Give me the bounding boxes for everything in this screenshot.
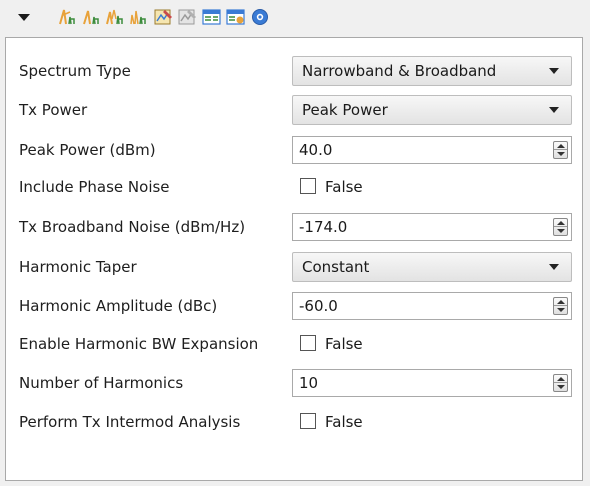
table-view-icon[interactable] xyxy=(202,7,222,27)
number-of-harmonics-spinbox[interactable]: 10 xyxy=(292,369,572,397)
spin-divider xyxy=(554,305,567,306)
harmonic-multi-icon[interactable] xyxy=(105,7,125,27)
tx-broadband-noise-spinbox[interactable]: -174.0 xyxy=(292,213,572,241)
spin-down-icon[interactable] xyxy=(557,152,565,156)
tx-power-select[interactable]: Peak Power xyxy=(292,95,572,125)
spin-down-icon[interactable] xyxy=(557,308,565,312)
help-icon[interactable] xyxy=(250,7,270,27)
property-row-include-phase-noise: Include Phase Noise False xyxy=(6,172,582,202)
spin-divider xyxy=(554,149,567,150)
harmonic-spread-icon[interactable] xyxy=(129,7,149,27)
spin-up-icon[interactable] xyxy=(557,377,565,381)
peak-power-spinbox[interactable]: 40.0 xyxy=(292,136,572,164)
toolbar xyxy=(0,0,590,34)
harmonic-taper-select[interactable]: Constant xyxy=(292,252,572,282)
spin-up-icon[interactable] xyxy=(557,144,565,148)
spectrum-type-select[interactable]: Narrowband & Broadband xyxy=(292,56,572,86)
select-value: Constant xyxy=(302,258,370,276)
checkbox-label: False xyxy=(325,413,363,431)
spin-up-icon[interactable] xyxy=(557,300,565,304)
spin-divider xyxy=(554,226,567,227)
spin-buttons[interactable] xyxy=(553,218,568,236)
spinbox-value: -60.0 xyxy=(299,297,338,315)
property-label: Number of Harmonics xyxy=(19,374,184,392)
harmonic-pair-icon[interactable] xyxy=(82,7,102,27)
spin-down-icon[interactable] xyxy=(557,385,565,389)
select-value: Narrowband & Broadband xyxy=(302,62,497,80)
spin-buttons[interactable] xyxy=(553,141,568,159)
table-export-icon[interactable] xyxy=(226,7,246,27)
spin-buttons[interactable] xyxy=(553,374,568,392)
property-row-spectrum-type: Spectrum Type Narrowband & Broadband xyxy=(6,56,582,86)
spin-buttons[interactable] xyxy=(553,297,568,315)
property-label: Tx Broadband Noise (dBm/Hz) xyxy=(19,218,246,236)
checkbox-label: False xyxy=(325,178,363,196)
property-row-harmonic-amplitude: Harmonic Amplitude (dBc) -60.0 xyxy=(6,291,582,321)
checkbox-label: False xyxy=(325,335,363,353)
spin-divider xyxy=(554,382,567,383)
checkbox-box[interactable] xyxy=(300,178,316,194)
property-label: Perform Tx Intermod Analysis xyxy=(19,413,241,431)
property-row-enable-harmonic-bw-expansion: Enable Harmonic BW Expansion False xyxy=(6,329,582,359)
harmonic-amplitude-spinbox[interactable]: -60.0 xyxy=(292,292,572,320)
harmonic-peak-icon[interactable] xyxy=(58,7,78,27)
select-value: Peak Power xyxy=(302,101,388,119)
properties-panel: Spectrum Type Narrowband & Broadband Tx … xyxy=(5,37,583,481)
property-label: Tx Power xyxy=(19,101,88,119)
spinbox-value: 10 xyxy=(299,374,319,392)
property-row-tx-broadband-noise: Tx Broadband Noise (dBm/Hz) -174.0 xyxy=(6,212,582,242)
dropdown-arrow-icon xyxy=(549,68,559,74)
property-row-tx-power: Tx Power Peak Power xyxy=(6,95,582,125)
property-label: Include Phase Noise xyxy=(19,178,170,196)
property-label: Spectrum Type xyxy=(19,62,131,80)
property-label: Peak Power (dBm) xyxy=(19,141,156,159)
spinbox-value: -174.0 xyxy=(299,218,348,236)
property-row-perform-tx-intermod-analysis: Perform Tx Intermod Analysis False xyxy=(6,407,582,437)
spinbox-value: 40.0 xyxy=(299,141,333,159)
plot-disabled-icon[interactable] xyxy=(178,7,198,27)
property-row-number-of-harmonics: Number of Harmonics 10 xyxy=(6,368,582,398)
dropdown-arrow-icon xyxy=(549,264,559,270)
collapse-arrow-icon[interactable] xyxy=(14,7,34,27)
plot-edit-icon[interactable] xyxy=(154,7,174,27)
spin-up-icon[interactable] xyxy=(557,221,565,225)
checkbox-box[interactable] xyxy=(300,413,316,429)
property-label: Harmonic Amplitude (dBc) xyxy=(19,297,218,315)
checkbox-box[interactable] xyxy=(300,335,316,351)
spin-down-icon[interactable] xyxy=(557,229,565,233)
property-label: Enable Harmonic BW Expansion xyxy=(19,335,259,353)
property-row-harmonic-taper: Harmonic Taper Constant xyxy=(6,252,582,282)
dropdown-arrow-icon xyxy=(549,107,559,113)
property-label: Harmonic Taper xyxy=(19,258,137,276)
property-row-peak-power: Peak Power (dBm) 40.0 xyxy=(6,135,582,165)
